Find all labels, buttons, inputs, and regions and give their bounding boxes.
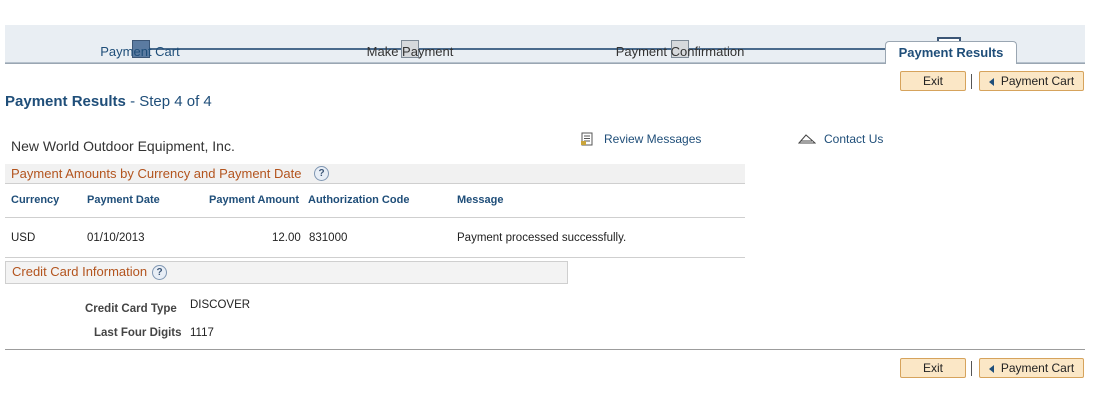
page-step-indicator: - Step 4 of 4 bbox=[130, 93, 212, 110]
cell-message: Payment processed successfully. bbox=[457, 232, 627, 244]
payment-grid-title: Payment Amounts by Currency and Payment … bbox=[11, 166, 302, 181]
page-title-text: Payment Results bbox=[5, 93, 126, 110]
credit-card-type-label: Credit Card Type bbox=[85, 303, 177, 315]
cell-currency: USD bbox=[11, 232, 36, 244]
help-icon[interactable]: ? bbox=[314, 166, 329, 181]
last-four-digits-label: Last Four Digits bbox=[94, 327, 182, 339]
bottom-divider bbox=[5, 349, 1085, 350]
exit-button-bottom[interactable]: Exit bbox=[900, 358, 966, 378]
credit-card-type-value: DISCOVER bbox=[190, 299, 251, 311]
column-header-authorization-code: Authorization Code bbox=[308, 194, 410, 206]
payment-grid-header: Payment Amounts by Currency and Payment … bbox=[5, 164, 745, 184]
payment-cart-button-bottom[interactable]: Payment Cart bbox=[979, 358, 1084, 378]
review-messages-link[interactable]: Review Messages bbox=[604, 132, 701, 146]
column-header-message: Message bbox=[457, 194, 504, 206]
step-label-payment-cart[interactable]: Payment Cart bbox=[100, 44, 179, 59]
cell-payment-date: 01/10/2013 bbox=[87, 232, 145, 244]
contact-us-link[interactable]: Contact Us bbox=[824, 132, 883, 146]
step-label-payment-confirmation: Payment Confirmation bbox=[615, 44, 745, 59]
contact-us-icon[interactable] bbox=[798, 133, 816, 145]
steps-connector bbox=[140, 48, 955, 50]
payment-cart-button-label: Payment Cart bbox=[1000, 74, 1075, 88]
chevron-left-icon bbox=[988, 364, 994, 373]
toolbar-separator-bottom bbox=[971, 361, 972, 376]
chevron-left-icon bbox=[988, 77, 994, 86]
payment-cart-button-label: Payment Cart bbox=[1000, 361, 1075, 375]
exit-button-top[interactable]: Exit bbox=[900, 71, 966, 91]
last-four-digits-value: 1117 bbox=[190, 327, 214, 339]
credit-card-section-title: Credit Card Information bbox=[12, 264, 148, 279]
column-header-currency: Currency bbox=[11, 194, 60, 206]
column-header-payment-date: Payment Date bbox=[87, 194, 160, 206]
payment-cart-button-top[interactable]: Payment Cart bbox=[979, 71, 1084, 91]
tab-payment-results[interactable]: Payment Results bbox=[885, 41, 1017, 64]
column-header-payment-amount: Payment Amount bbox=[209, 194, 300, 206]
grid-row-divider bbox=[5, 257, 745, 258]
review-messages-icon[interactable] bbox=[580, 132, 594, 146]
company-name: New World Outdoor Equipment, Inc. bbox=[11, 138, 235, 154]
toolbar-separator-top bbox=[971, 74, 972, 89]
page-title: Payment Results - Step 4 of 4 bbox=[5, 93, 212, 110]
cell-authorization-code: 831000 bbox=[309, 232, 348, 244]
grid-header-divider bbox=[5, 217, 745, 218]
cell-payment-amount: 12.00 bbox=[272, 232, 301, 244]
help-icon[interactable]: ? bbox=[152, 265, 167, 280]
credit-card-section-header: Credit Card Information ? bbox=[5, 261, 568, 284]
step-label-make-payment: Make Payment bbox=[366, 44, 454, 59]
